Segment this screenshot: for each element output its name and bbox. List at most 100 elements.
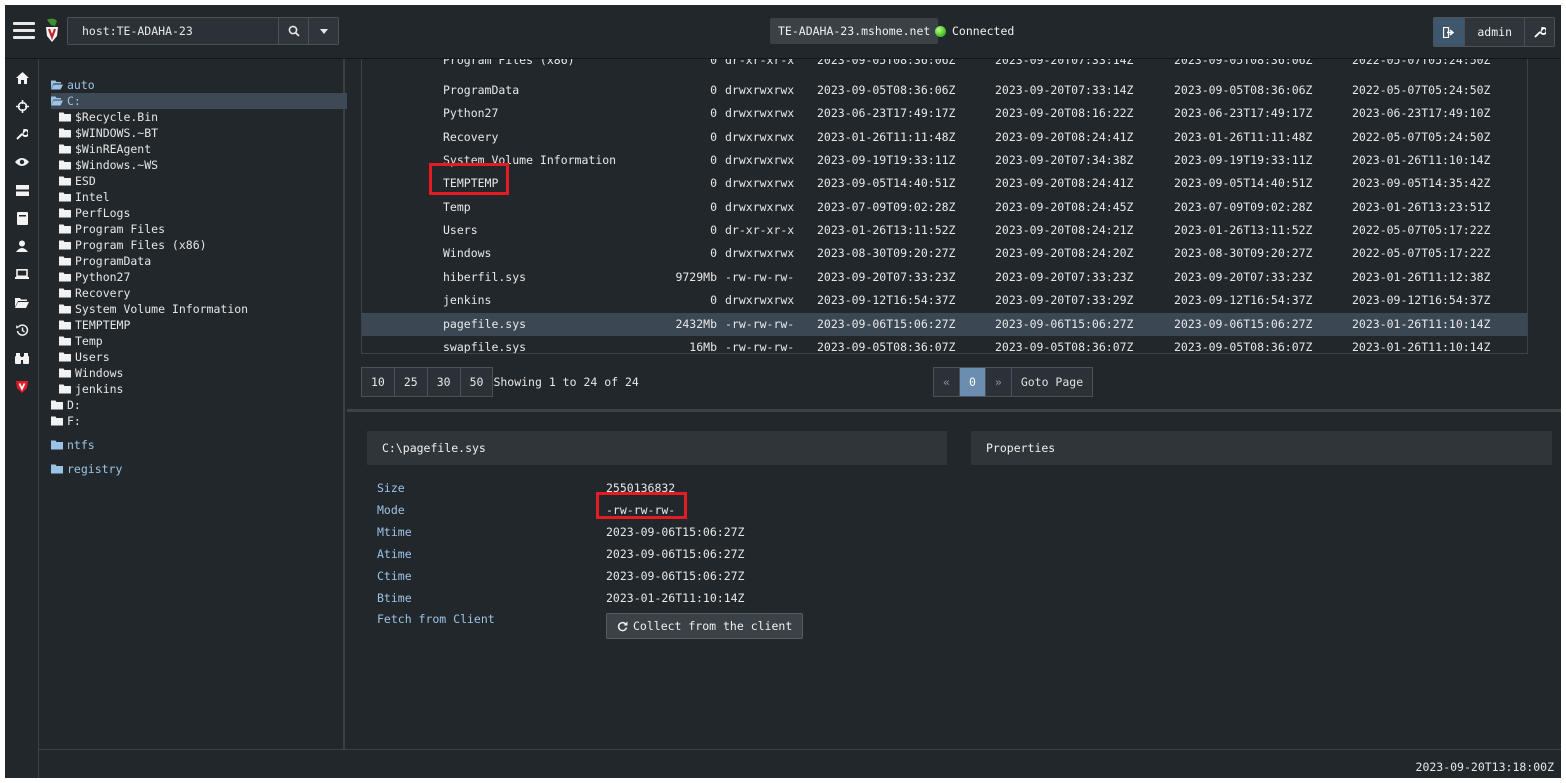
tree-drive-item[interactable]: D: xyxy=(51,397,81,413)
prev-page-button[interactable]: « xyxy=(933,367,960,397)
cell-mode: drwxrwxrwx xyxy=(725,153,795,168)
wrench-icon[interactable] xyxy=(14,126,30,142)
tree-folder-item-label: Program Files (x86) xyxy=(75,238,207,252)
tree-folder-item[interactable]: ProgramData xyxy=(59,253,151,269)
table-row[interactable]: System Volume Information 0 drwxrwxrwx 2023… xyxy=(362,149,1527,172)
tree-folder-item[interactable]: $Recycle.Bin xyxy=(59,109,158,125)
tree-folder-item[interactable]: $WINDOWS.~BT xyxy=(59,125,158,141)
tree-folder-item[interactable]: System Volume Information xyxy=(59,301,248,317)
goto-page-button[interactable]: Goto Page xyxy=(1010,367,1094,397)
table-row[interactable]: TEMPTEMP 0 drwxrwxrwx 2023-09-05T14:40:51Z 2… xyxy=(362,172,1527,195)
cell-name: ProgramData xyxy=(443,83,520,97)
cell-atime: 2023-09-20T08:24:21Z xyxy=(995,223,1134,238)
tree-folder-item[interactable]: Windows xyxy=(59,365,123,381)
table-row[interactable]: Users 0 dr-xr-xr-x 2023-01-26T13:11:52Z 2023… xyxy=(362,219,1527,242)
wrench-icon xyxy=(1533,26,1546,38)
table-row[interactable]: Windows 0 drwxrwxrwx 2023-08-30T09:20:27Z 20… xyxy=(362,242,1527,265)
client-hostname[interactable]: TE-ADAHA-23.mshome.net xyxy=(770,18,939,44)
logout-button[interactable] xyxy=(1434,18,1465,46)
user-settings-button[interactable] xyxy=(1524,18,1554,46)
tree-folder-item[interactable]: Temp xyxy=(59,333,103,349)
tree-drive-item-label: D: xyxy=(67,398,81,412)
folder-icon xyxy=(51,400,63,410)
field-value-size: 2550136832 xyxy=(606,481,676,495)
panel-splitter[interactable] xyxy=(347,409,1561,412)
tree-accessor-item[interactable]: ntfs xyxy=(51,437,95,453)
next-page-button[interactable]: » xyxy=(984,367,1012,397)
user-icon[interactable] xyxy=(14,238,30,254)
tree-folder-item[interactable]: $WinREAgent xyxy=(59,141,151,157)
folder-icon xyxy=(59,144,71,154)
cell-atime: 2023-09-20T07:33:23Z xyxy=(995,269,1134,284)
cell-ctime: 2023-09-05T08:36:06Z xyxy=(1174,59,1313,67)
table-row[interactable]: swapfile.sys 16Mb -rw-rw-rw- 2023-09-05T08:… xyxy=(362,336,1527,354)
page-size-30[interactable]: 30 xyxy=(426,367,461,397)
collect-from-client-button[interactable]: Collect from the client xyxy=(606,613,804,639)
field-label-mode: Mode xyxy=(377,503,405,517)
app-window: TE-ADAHA-23.mshome.net Connected admin xyxy=(5,5,1561,778)
table-row[interactable]: Python27 0 drwxrwxrwx 2023-06-23T17:49:17Z 2… xyxy=(362,102,1527,125)
client-search-input[interactable] xyxy=(68,18,278,44)
laptop-icon[interactable] xyxy=(14,266,30,282)
tree-node-auto[interactable]: auto xyxy=(51,77,95,93)
tree-folder-item[interactable]: Program Files (x86) xyxy=(59,237,207,253)
cell-mode: -rw-rw-rw- xyxy=(725,269,795,284)
cell-atime: 2023-09-06T15:06:27Z xyxy=(995,316,1134,331)
folder-open-icon[interactable] xyxy=(14,294,30,310)
velociraptor-shield-icon[interactable] xyxy=(14,378,30,394)
cell-mtime: 2023-09-05T08:36:07Z xyxy=(817,339,956,354)
eye-icon[interactable] xyxy=(14,154,30,170)
tree-folder-item[interactable]: $Windows.~WS xyxy=(59,157,158,173)
crosshairs-icon[interactable] xyxy=(14,98,30,114)
table-row[interactable]: pagefile.sys 2432Mb -rw-rw-rw- 2023-09-06T1… xyxy=(362,312,1527,336)
binoculars-icon[interactable] xyxy=(14,350,30,366)
tree-folder-item-label: $WinREAgent xyxy=(75,142,152,156)
table-row[interactable]: jenkins 0 drwxrwxrwx 2023-09-12T16:54:37Z 20… xyxy=(362,289,1527,312)
page-size-25[interactable]: 25 xyxy=(393,367,428,397)
folder-icon xyxy=(59,272,71,282)
cell-ctime: 2023-09-06T15:06:27Z xyxy=(1174,316,1313,331)
cell-size: 9729Mb xyxy=(675,269,717,284)
folder-icon xyxy=(59,352,71,362)
field-label-atime: Atime xyxy=(377,547,412,561)
tree-folder-item[interactable]: Users xyxy=(59,349,110,365)
tree-folder-item[interactable]: jenkins xyxy=(59,381,123,397)
tree-folder-item[interactable]: TEMPTEMP xyxy=(59,317,130,333)
user-name-button[interactable]: admin xyxy=(1464,18,1524,46)
table-row[interactable]: ProgramData 0 drwxrwxrwx 2023-09-05T08:36:0… xyxy=(362,79,1527,102)
tree-folder-item[interactable]: PerfLogs xyxy=(59,205,130,221)
folder-icon xyxy=(59,176,71,186)
tree-node-c-drive[interactable]: C: xyxy=(51,93,348,109)
cell-atime: 2023-09-20T07:33:14Z xyxy=(995,83,1134,97)
table-row[interactable]: Recovery 0 drwxrwxrwx 2023-01-26T11:11:48Z 2… xyxy=(362,126,1527,149)
tree-accessor-item[interactable]: registry xyxy=(51,461,122,477)
page-size-50[interactable]: 50 xyxy=(459,367,494,397)
tree-drive-item-label: F: xyxy=(67,414,81,428)
cell-atime: 2023-09-05T08:36:07Z xyxy=(995,339,1134,354)
hamburger-menu-icon[interactable] xyxy=(13,22,35,40)
table-row[interactable]: hiberfil.sys 9729Mb -rw-rw-rw- 2023-09-20T0… xyxy=(362,266,1527,289)
current-page-button[interactable]: 0 xyxy=(958,367,986,397)
folder-icon xyxy=(59,160,71,170)
field-value-atime: 2023-09-06T15:06:27Z xyxy=(606,547,745,561)
field-label-size: Size xyxy=(377,481,405,495)
tree-folder-item[interactable]: Intel xyxy=(59,189,110,205)
table-row-partial[interactable]: Program Files (x86) 0 dr-xr-xr-x 2023-09-05… xyxy=(362,59,1527,72)
cell-btime: 2022-05-07T05:17:22Z xyxy=(1352,223,1491,238)
folder-icon xyxy=(59,224,71,234)
tree-folder-item[interactable]: Python27 xyxy=(59,269,130,285)
home-icon[interactable] xyxy=(14,70,30,86)
server-icon[interactable] xyxy=(14,182,30,198)
tree-folder-item[interactable]: ESD xyxy=(59,173,96,189)
history-icon[interactable] xyxy=(14,322,30,338)
sign-out-icon xyxy=(1443,26,1455,38)
table-row[interactable]: Temp 0 drwxrwxrwx 2023-07-09T09:02:28Z 2023-… xyxy=(362,196,1527,219)
tree-drive-item[interactable]: F: xyxy=(51,413,81,429)
tree-folder-item[interactable]: Program Files xyxy=(59,221,165,237)
search-dropdown-button[interactable] xyxy=(308,18,338,44)
cell-mtime: 2023-09-06T15:06:27Z xyxy=(817,316,956,331)
page-size-10[interactable]: 10 xyxy=(361,367,395,397)
search-button[interactable] xyxy=(278,18,308,44)
tree-folder-item[interactable]: Recovery xyxy=(59,285,130,301)
book-icon[interactable] xyxy=(14,210,30,226)
